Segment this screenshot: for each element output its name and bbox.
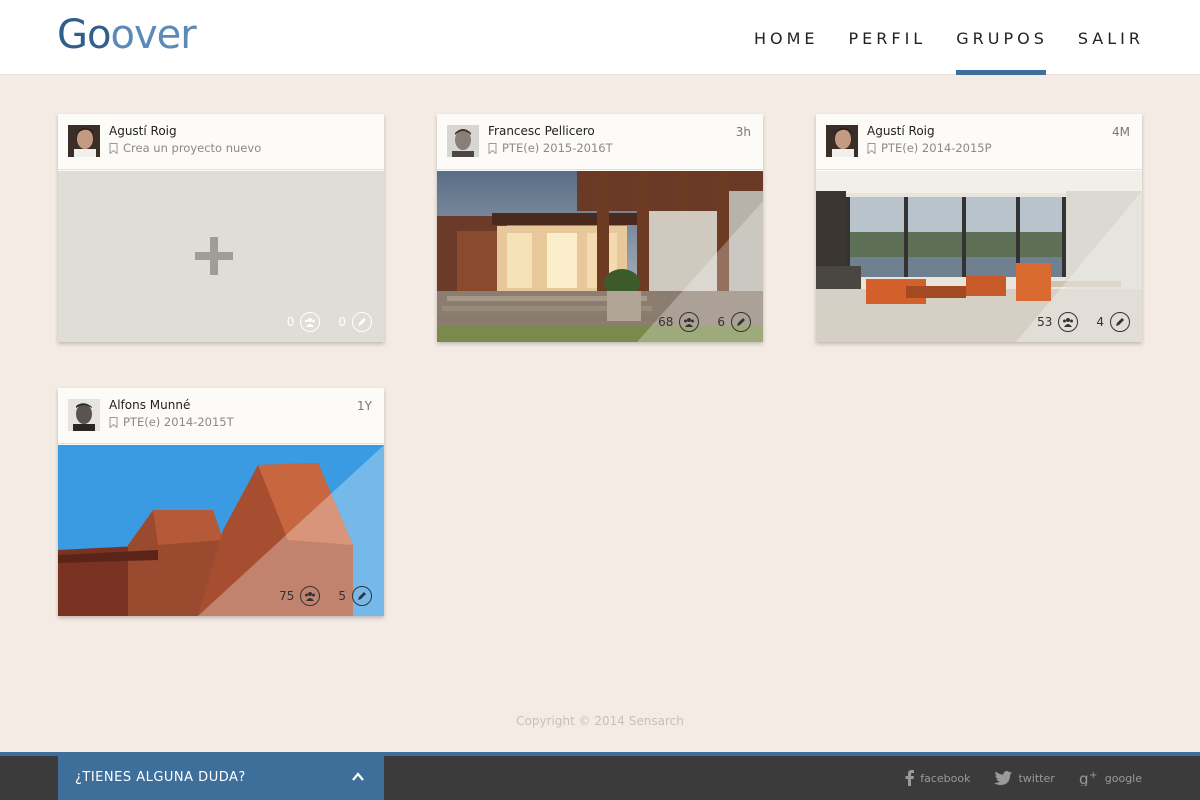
card-stats: 68 6 bbox=[658, 312, 751, 332]
brick-building-photo[interactable]: 75 5 bbox=[58, 445, 384, 616]
facebook-label: facebook bbox=[920, 771, 971, 785]
logo-go-text: Go bbox=[57, 12, 111, 58]
social-links: facebook twitter g + google bbox=[881, 770, 1142, 786]
pencil-icon bbox=[731, 312, 751, 332]
pencil-icon bbox=[352, 586, 372, 606]
card-stats: 0 0 bbox=[287, 312, 372, 332]
members-icon bbox=[300, 586, 321, 606]
bookmark-icon bbox=[109, 142, 118, 154]
members-count: 68 bbox=[658, 315, 674, 329]
card-group: PTE(e) 2014-2015T bbox=[109, 415, 234, 429]
help-button[interactable]: ¿TIENES ALGUNA DUDA? bbox=[58, 752, 384, 800]
members-count: 75 bbox=[279, 589, 295, 603]
help-label: ¿TIENES ALGUNA DUDA? bbox=[75, 770, 246, 785]
card-header: Agustí Roig PTE(e) 2014-2015P 4M bbox=[816, 114, 1142, 170]
members-icon bbox=[300, 312, 321, 332]
nav-perfil[interactable]: PERFIL bbox=[849, 0, 927, 75]
twitter-label: twitter bbox=[1018, 771, 1055, 785]
card-group-label: Crea un proyecto nuevo bbox=[123, 141, 262, 155]
card-group-label: PTE(e) 2015-2016T bbox=[502, 141, 613, 155]
card-author[interactable]: Agustí Roig bbox=[867, 124, 935, 138]
google-plus-icon: g + bbox=[1079, 770, 1097, 786]
avatar bbox=[68, 125, 100, 157]
facebook-icon bbox=[905, 770, 915, 786]
card-author[interactable]: Alfons Munné bbox=[109, 398, 190, 412]
card-group: PTE(e) 2015-2016T bbox=[488, 141, 613, 155]
members-icon bbox=[1058, 312, 1079, 332]
projects-count: 5 bbox=[338, 589, 346, 603]
card-header: Alfons Munné PTE(e) 2014-2015T 1Y bbox=[58, 388, 384, 444]
top-header: Goover HOME PERFIL GRUPOS SALIR bbox=[0, 0, 1200, 75]
svg-text:+: + bbox=[1089, 770, 1097, 781]
nav-salir[interactable]: SALIR bbox=[1078, 0, 1144, 75]
group-card[interactable]: Francesc Pellicero PTE(e) 2015-2016T 3h bbox=[437, 114, 763, 342]
projects-count: 6 bbox=[717, 315, 725, 329]
projects-count: 0 bbox=[338, 315, 346, 329]
card-time: 3h bbox=[735, 125, 751, 139]
group-card-new[interactable]: Agustí Roig Crea un proyecto nuevo 0 0 bbox=[58, 114, 384, 342]
main-nav: HOME PERFIL GRUPOS SALIR bbox=[724, 0, 1144, 75]
card-time: 4M bbox=[1112, 125, 1130, 139]
card-group: Crea un proyecto nuevo bbox=[109, 141, 261, 155]
card-stats: 75 5 bbox=[279, 586, 372, 606]
living-room-interior-photo[interactable]: 53 4 bbox=[816, 171, 1142, 342]
avatar bbox=[447, 125, 479, 157]
card-group: PTE(e) 2014-2015P bbox=[867, 141, 992, 155]
google-link[interactable]: g + google bbox=[1079, 770, 1142, 786]
svg-text:g: g bbox=[1079, 770, 1089, 786]
facebook-link[interactable]: facebook bbox=[905, 770, 970, 786]
card-header: Agustí Roig Crea un proyecto nuevo bbox=[58, 114, 384, 170]
group-card[interactable]: Alfons Munné PTE(e) 2014-2015T 1Y 75 5 bbox=[58, 388, 384, 616]
members-icon bbox=[679, 312, 700, 332]
members-count: 53 bbox=[1037, 315, 1053, 329]
pencil-icon bbox=[352, 312, 372, 332]
nav-grupos[interactable]: GRUPOS bbox=[956, 0, 1048, 75]
card-author[interactable]: Agustí Roig bbox=[109, 124, 177, 138]
projects-count: 4 bbox=[1096, 315, 1104, 329]
bookmark-icon bbox=[488, 142, 497, 154]
bookmark-icon bbox=[109, 416, 118, 428]
card-stats: 53 4 bbox=[1037, 312, 1130, 332]
avatar bbox=[826, 125, 858, 157]
twitter-icon bbox=[994, 771, 1013, 785]
google-label: google bbox=[1104, 771, 1142, 785]
copyright-text: Copyright © 2014 Sensarch bbox=[516, 714, 684, 728]
footer-bar: ¿TIENES ALGUNA DUDA? facebook twitter g +… bbox=[0, 752, 1200, 800]
pencil-icon bbox=[1110, 312, 1130, 332]
avatar bbox=[68, 399, 100, 431]
chevron-up-icon[interactable] bbox=[352, 772, 364, 782]
group-card[interactable]: Agustí Roig PTE(e) 2014-2015P 4M 53 4 bbox=[816, 114, 1142, 342]
goover-logo[interactable]: Goover bbox=[57, 12, 197, 58]
nav-home[interactable]: HOME bbox=[754, 0, 819, 75]
card-header: Francesc Pellicero PTE(e) 2015-2016T 3h bbox=[437, 114, 763, 170]
new-project-area[interactable]: 0 0 bbox=[58, 171, 384, 342]
card-time: 1Y bbox=[357, 399, 372, 413]
members-count: 0 bbox=[286, 315, 295, 329]
house-exterior-photo[interactable]: 68 6 bbox=[437, 171, 763, 342]
plus-icon[interactable] bbox=[195, 237, 233, 275]
card-group-label: PTE(e) 2014-2015P bbox=[881, 141, 992, 155]
bookmark-icon bbox=[867, 142, 876, 154]
twitter-link[interactable]: twitter bbox=[994, 771, 1055, 785]
card-group-label: PTE(e) 2014-2015T bbox=[123, 415, 234, 429]
card-author[interactable]: Francesc Pellicero bbox=[488, 124, 595, 138]
logo-over-text: over bbox=[110, 12, 196, 58]
